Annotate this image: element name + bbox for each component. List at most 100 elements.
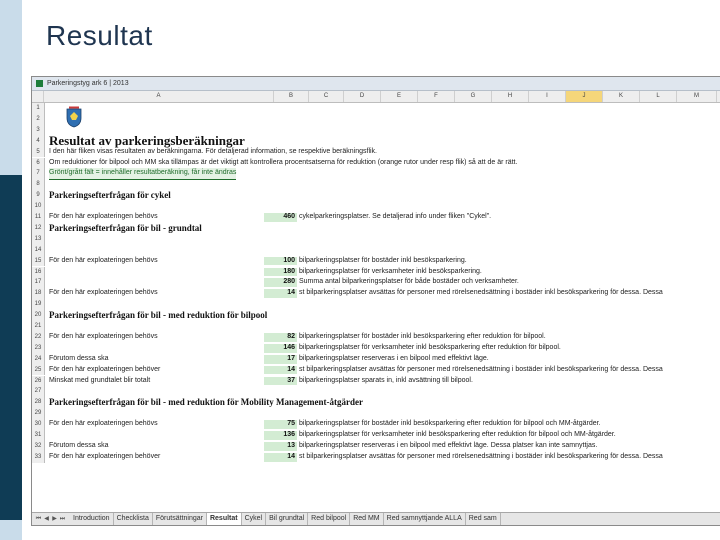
row-header[interactable]: 32 xyxy=(32,440,45,452)
row-header[interactable]: 29 xyxy=(32,408,45,420)
section-heading[interactable]: Parkeringsefterfrågan för bil - med redu… xyxy=(49,310,267,321)
column-header[interactable]: K xyxy=(603,91,640,102)
row-header[interactable]: 24 xyxy=(32,353,45,365)
result-value-cell[interactable]: 17 xyxy=(264,354,297,364)
row-header[interactable]: 13 xyxy=(32,233,45,245)
row-header[interactable]: 27 xyxy=(32,386,45,398)
column-header[interactable]: F xyxy=(418,91,455,102)
cell-label[interactable]: Förutom dessa ska xyxy=(49,441,109,452)
result-value-cell[interactable]: 14 xyxy=(264,289,297,299)
result-value-cell[interactable]: 14 xyxy=(264,452,297,462)
row-header[interactable]: 2 xyxy=(32,113,45,125)
result-description[interactable]: bilparkeringsplatser för verksamheter in… xyxy=(299,430,616,441)
row-header[interactable]: 3 xyxy=(32,124,45,136)
sheet-tab[interactable]: Red sam xyxy=(466,513,501,525)
next-sheet-icon[interactable]: ▶ xyxy=(51,515,58,523)
row-header[interactable]: 21 xyxy=(32,321,45,332)
row-header[interactable]: 16 xyxy=(32,266,45,278)
sheet-tab[interactable]: Introduction xyxy=(70,513,114,525)
sheet-tab[interactable]: Resultat xyxy=(206,513,242,525)
result-value-cell[interactable]: 82 xyxy=(264,332,297,342)
section-heading[interactable]: Parkeringsefterfrågan för cykel xyxy=(49,190,171,201)
result-value-cell[interactable]: 13 xyxy=(264,441,297,451)
column-header[interactable]: I xyxy=(529,91,566,102)
result-value-cell[interactable]: 75 xyxy=(264,420,297,429)
cell-label[interactable]: För den här exploateringen behövs xyxy=(49,419,158,430)
row-header[interactable]: 33 xyxy=(32,451,45,463)
result-description[interactable]: st bilparkeringsplatser avsättas för per… xyxy=(299,365,663,376)
result-description[interactable]: bilparkeringsplatser för bostäder inkl b… xyxy=(299,256,467,267)
prev-sheet-icon[interactable]: ◀ xyxy=(43,515,50,523)
row-header[interactable]: 12 xyxy=(32,222,45,234)
row-header[interactable]: 20 xyxy=(32,310,45,321)
cell-label[interactable]: Om reduktioner för bilpool och MM ska ti… xyxy=(49,158,517,169)
row-header[interactable]: 8 xyxy=(32,179,45,191)
cell-label[interactable]: Minskat med grundtalet blir totalt xyxy=(49,376,150,387)
row-header[interactable]: 25 xyxy=(32,364,45,376)
result-description[interactable]: bilparkeringsplatser för verksamheter in… xyxy=(299,267,482,278)
section-heading[interactable]: Resultat av parkeringsberäkningar xyxy=(49,134,245,147)
row-header[interactable]: 17 xyxy=(32,277,45,289)
cell-label[interactable]: I den här fliken visas resultaten av ber… xyxy=(49,147,377,158)
result-description[interactable]: st bilparkeringsplatser avsättas för per… xyxy=(299,288,663,299)
column-header[interactable]: C xyxy=(309,91,344,102)
result-value-cell[interactable]: 460 xyxy=(264,213,297,222)
last-sheet-icon[interactable]: ⏭ xyxy=(59,515,66,523)
cell-label[interactable]: För den här exploateringen behövs xyxy=(49,288,158,299)
row-header[interactable]: 4 xyxy=(32,135,45,147)
row-header[interactable]: 22 xyxy=(32,331,45,343)
result-value-cell[interactable]: 37 xyxy=(264,376,297,386)
row-header[interactable]: 11 xyxy=(32,212,45,223)
row-header[interactable]: 14 xyxy=(32,244,45,256)
result-description[interactable]: st bilparkeringsplatser avsättas för per… xyxy=(299,452,663,463)
row-header[interactable]: 23 xyxy=(32,342,45,354)
column-header[interactable]: J xyxy=(566,91,603,102)
result-description[interactable]: bilparkeringsplatser reserveras i en bil… xyxy=(299,354,489,365)
row-header[interactable]: 7 xyxy=(32,168,45,180)
result-value-cell[interactable]: 180 xyxy=(264,267,297,277)
column-header[interactable]: H xyxy=(492,91,529,102)
sheet-tab[interactable]: Red bilpool xyxy=(308,513,351,525)
sheet-tab[interactable]: Red samnyttjande ALLA xyxy=(384,513,466,525)
column-header[interactable]: M xyxy=(677,91,717,102)
column-header[interactable]: D xyxy=(344,91,381,102)
cell-label[interactable]: För den här exploateringen behövs xyxy=(49,256,158,267)
row-header[interactable]: 19 xyxy=(32,299,45,311)
column-header[interactable]: E xyxy=(381,91,418,102)
section-heading[interactable]: Parkeringsefterfrågan för bil - med redu… xyxy=(49,397,363,408)
result-description[interactable]: bilparkeringsplatser för bostäder inkl b… xyxy=(299,419,601,430)
cell-label[interactable]: Förutom dessa ska xyxy=(49,354,109,365)
row-header[interactable]: 9 xyxy=(32,190,45,202)
column-header[interactable]: L xyxy=(640,91,677,102)
result-description[interactable]: cykelparkeringsplatser. Se detaljerad in… xyxy=(299,212,491,223)
result-description[interactable]: Summa antal bilparkeringsplatser för båd… xyxy=(299,277,519,288)
row-header[interactable]: 18 xyxy=(32,288,45,300)
cell-label[interactable]: För den här exploateringen behöver xyxy=(49,365,160,376)
row-header[interactable]: 28 xyxy=(32,397,45,409)
row-header[interactable]: 6 xyxy=(32,157,45,169)
row-header[interactable]: 5 xyxy=(32,146,45,158)
result-description[interactable]: bilparkeringsplatser för bostäder inkl b… xyxy=(299,332,546,343)
result-value-cell[interactable]: 14 xyxy=(264,365,297,375)
result-value-cell[interactable]: 280 xyxy=(264,278,297,288)
row-header[interactable]: 26 xyxy=(32,375,45,387)
row-header[interactable]: 10 xyxy=(32,201,45,212)
sheet-tab[interactable]: Bil grundtal xyxy=(266,513,309,525)
row-header[interactable]: 15 xyxy=(32,255,45,267)
section-heading[interactable]: Parkeringsefterfrågan för bil - grundtal xyxy=(49,223,202,234)
result-value-cell[interactable]: 100 xyxy=(264,256,297,266)
legend-note[interactable]: Grönt/grått fält = innehåller resultatbe… xyxy=(49,168,237,181)
sheet-tab[interactable]: Förutsättningar xyxy=(153,513,207,525)
result-description[interactable]: bilparkeringsplatser reserveras i en bil… xyxy=(299,441,597,452)
column-header[interactable]: A xyxy=(44,91,274,102)
row-header[interactable]: 1 xyxy=(32,103,45,114)
select-all-corner[interactable] xyxy=(32,91,44,102)
result-description[interactable]: bilparkeringsplatser sparats in, inkl av… xyxy=(299,376,473,387)
row-header[interactable]: 31 xyxy=(32,430,45,441)
column-header[interactable]: B xyxy=(274,91,309,102)
sheet-tab[interactable]: Checklista xyxy=(114,513,153,525)
first-sheet-icon[interactable]: ⏮ xyxy=(35,515,42,523)
column-header[interactable]: G xyxy=(455,91,492,102)
result-value-cell[interactable]: 136 xyxy=(264,431,297,440)
cell-label[interactable]: För den här exploateringen behövs xyxy=(49,332,158,343)
